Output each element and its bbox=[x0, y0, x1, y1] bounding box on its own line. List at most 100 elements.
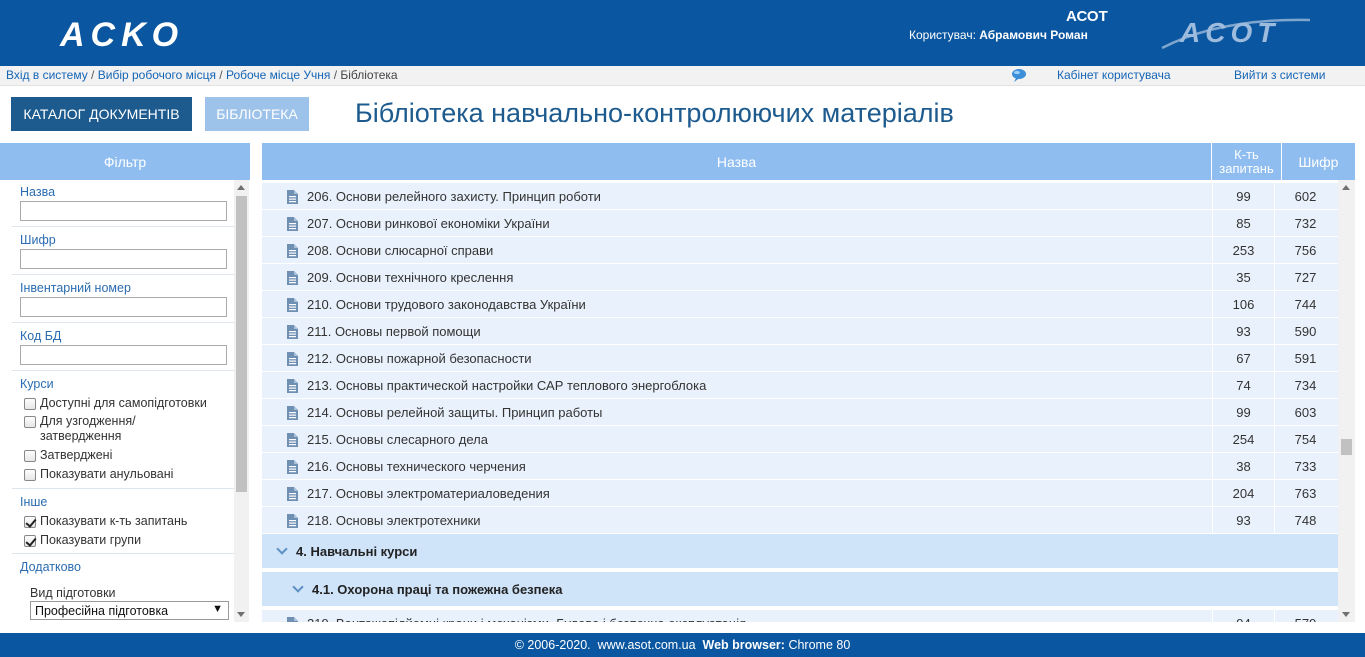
checkbox-label: Затверджені bbox=[40, 448, 113, 462]
document-code: 727 bbox=[1274, 264, 1336, 291]
document-name[interactable]: 208. Основи слюсарної справи bbox=[287, 237, 1212, 264]
document-name[interactable]: 218. Основы электротехники bbox=[287, 507, 1212, 534]
table-row[interactable]: 213. Основы практической настройки САР т… bbox=[262, 372, 1338, 399]
scroll-up-icon[interactable] bbox=[1342, 185, 1350, 190]
footer-copyright: © 2006-2020. bbox=[514, 638, 591, 652]
user-cabinet-link[interactable]: Кабінет користувача bbox=[1057, 68, 1171, 82]
filter-panel: Назва Шифр Інвентарний номер Код БД Курс… bbox=[0, 180, 250, 622]
asot-logo: ACOT bbox=[1161, 17, 1311, 50]
code-filter-input[interactable] bbox=[20, 249, 227, 269]
scrollbar-thumb[interactable] bbox=[236, 196, 247, 492]
table-row[interactable]: 207. Основи ринкової економіки України 85… bbox=[262, 210, 1338, 237]
subgroup-row[interactable]: 4.1. Охорона праці та пожежна безпека bbox=[262, 572, 1338, 608]
document-code: 602 bbox=[1274, 183, 1336, 210]
document-name[interactable]: 210. Основи трудового законодавства Укра… bbox=[287, 291, 1212, 318]
document-code: 734 bbox=[1274, 372, 1336, 399]
document-name[interactable]: 215. Основы слесарного дела bbox=[287, 426, 1212, 453]
checkbox-box[interactable] bbox=[24, 398, 36, 410]
table-row[interactable]: 208. Основи слюсарної справи 253 756 bbox=[262, 237, 1338, 264]
document-name[interactable]: 211. Основы первой помощи bbox=[287, 318, 1212, 345]
table-scrollbar[interactable] bbox=[1338, 180, 1355, 622]
document-name[interactable]: 213. Основы практической настройки САР т… bbox=[287, 372, 1212, 399]
document-icon bbox=[287, 190, 298, 204]
document-name[interactable]: 214. Основы релейной защиты. Принцип раб… bbox=[287, 399, 1212, 426]
checkbox-box[interactable] bbox=[24, 450, 36, 462]
document-name[interactable]: 219. Вантажопідйомні крани і механізми. … bbox=[287, 610, 1212, 622]
dbcode-filter-input[interactable] bbox=[20, 345, 227, 365]
column-header-count[interactable]: К-ть запитань bbox=[1212, 143, 1282, 180]
scroll-down-icon[interactable] bbox=[237, 612, 245, 617]
scroll-up-icon[interactable] bbox=[237, 185, 245, 190]
document-icon bbox=[287, 352, 298, 366]
scroll-down-icon[interactable] bbox=[1342, 612, 1350, 617]
document-name[interactable]: 216. Основы технического черчения bbox=[287, 453, 1212, 480]
table-row[interactable]: 211. Основы первой помощи 93 590 bbox=[262, 318, 1338, 345]
document-icon bbox=[287, 325, 298, 339]
table-row[interactable]: 216. Основы технического черчения 38 733 bbox=[262, 453, 1338, 480]
document-code: 748 bbox=[1274, 507, 1336, 534]
table-row[interactable]: 206. Основи релейного захисту. Принцип р… bbox=[262, 183, 1338, 210]
courses-approval-checkbox[interactable]: Для узгодження/ затвердження bbox=[24, 414, 214, 444]
document-code: 763 bbox=[1274, 480, 1336, 507]
scrollbar-thumb[interactable] bbox=[1341, 439, 1352, 455]
document-title: 208. Основи слюсарної справи bbox=[307, 243, 494, 258]
library-tab-button[interactable]: БІБЛІОТЕКА bbox=[205, 97, 309, 131]
name-filter-input[interactable] bbox=[20, 201, 227, 221]
document-name[interactable]: 212. Основы пожарной безопасности bbox=[287, 345, 1212, 372]
breadcrumb-login[interactable]: Вхід в систему bbox=[6, 68, 88, 82]
checkbox-box[interactable] bbox=[24, 469, 36, 481]
group-row[interactable]: 4. Навчальні курси bbox=[262, 534, 1338, 570]
document-code: 579 bbox=[1274, 610, 1336, 622]
chevron-down-icon[interactable] bbox=[292, 581, 304, 593]
document-name[interactable]: 217. Основы электроматериаловедения bbox=[287, 480, 1212, 507]
show-question-count-checkbox[interactable]: Показувати к-ть запитань bbox=[24, 514, 187, 528]
column-header-name[interactable]: Назва bbox=[262, 143, 1212, 180]
courses-show-cancelled-checkbox[interactable]: Показувати анульовані bbox=[24, 467, 173, 481]
table-row[interactable]: 212. Основы пожарной безопасности 67 591 bbox=[262, 345, 1338, 372]
breadcrumb-workplace-select[interactable]: Вибір робочого місця bbox=[98, 68, 216, 82]
table-row[interactable]: 219. Вантажопідйомні крани і механізми. … bbox=[262, 610, 1338, 622]
table-row[interactable]: 210. Основи трудового законодавства Укра… bbox=[262, 291, 1338, 318]
document-name[interactable]: 207. Основи ринкової економіки України bbox=[287, 210, 1212, 237]
question-count: 106 bbox=[1212, 291, 1274, 318]
document-icon bbox=[287, 217, 298, 231]
footer-browser-label: Web browser: bbox=[702, 638, 785, 652]
document-code: 754 bbox=[1274, 426, 1336, 453]
filter-code-section: Шифр bbox=[12, 228, 234, 275]
table-row[interactable]: 209. Основи технічного креслення 35 727 bbox=[262, 264, 1338, 291]
logout-link[interactable]: Вийти з системи bbox=[1234, 68, 1325, 82]
show-groups-checkbox[interactable]: Показувати групи bbox=[24, 533, 141, 547]
chevron-down-icon[interactable] bbox=[276, 543, 288, 555]
breadcrumb-separator: / bbox=[333, 68, 338, 82]
inventory-filter-input[interactable] bbox=[20, 297, 227, 317]
document-name[interactable]: 209. Основи технічного креслення bbox=[287, 264, 1212, 291]
table-row[interactable]: 217. Основы электроматериаловедения 204 76… bbox=[262, 480, 1338, 507]
breadcrumb-student-workplace[interactable]: Робоче місце Учня bbox=[226, 68, 330, 82]
checkbox-box[interactable] bbox=[24, 516, 36, 528]
courses-self-study-checkbox[interactable]: Доступні для самопідготовки bbox=[24, 396, 207, 410]
filter-scrollbar[interactable] bbox=[234, 180, 249, 622]
checkbox-label: Для узгодження/ затвердження bbox=[40, 414, 136, 443]
document-title: 212. Основы пожарной безопасности bbox=[307, 351, 532, 366]
document-code: 603 bbox=[1274, 399, 1336, 426]
question-count: 93 bbox=[1212, 507, 1274, 534]
checkbox-box[interactable] bbox=[24, 416, 36, 428]
question-count: 38 bbox=[1212, 453, 1274, 480]
document-title: 209. Основи технічного креслення bbox=[307, 270, 514, 285]
extra-label: Додатково bbox=[20, 560, 81, 574]
question-count: 35 bbox=[1212, 264, 1274, 291]
table-row[interactable]: 214. Основы релейной защиты. Принцип раб… bbox=[262, 399, 1338, 426]
training-type-select[interactable]: Професійна підготовка ▼ bbox=[30, 601, 229, 620]
table-row[interactable]: 215. Основы слесарного дела 254 754 bbox=[262, 426, 1338, 453]
checkbox-box[interactable] bbox=[24, 535, 36, 547]
checkbox-label: Показувати анульовані bbox=[40, 467, 174, 481]
chat-icon[interactable] bbox=[1011, 68, 1027, 82]
document-icon bbox=[287, 460, 298, 474]
catalog-tab-button[interactable]: КАТАЛОГ ДОКУМЕНТІВ bbox=[11, 97, 192, 131]
courses-approved-checkbox[interactable]: Затверджені bbox=[24, 448, 112, 462]
document-name[interactable]: 206. Основи релейного захисту. Принцип р… bbox=[287, 183, 1212, 210]
question-count: 94 bbox=[1212, 610, 1274, 622]
document-icon bbox=[287, 514, 298, 528]
table-row[interactable]: 218. Основы электротехники 93 748 bbox=[262, 507, 1338, 534]
column-header-code[interactable]: Шифр bbox=[1282, 143, 1355, 180]
